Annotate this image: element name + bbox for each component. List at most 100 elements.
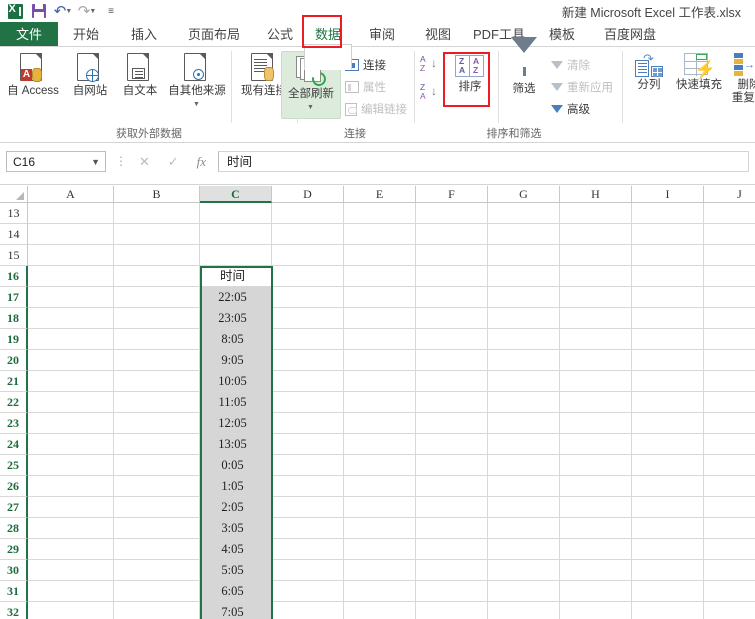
cell-G17[interactable] xyxy=(488,287,560,308)
row-header-28[interactable]: 28 xyxy=(0,518,28,539)
column-header-f[interactable]: F xyxy=(416,186,488,203)
cell-A19[interactable] xyxy=(28,329,114,350)
cell-D29[interactable] xyxy=(272,539,344,560)
cell-A18[interactable] xyxy=(28,308,114,329)
row-header-25[interactable]: 25 xyxy=(0,455,28,476)
cell-F19[interactable] xyxy=(416,329,488,350)
column-header-g[interactable]: G xyxy=(488,186,560,203)
tab-page-layout[interactable]: 页面布局 xyxy=(178,22,250,47)
cell-C28[interactable]: 3:05 xyxy=(200,518,272,539)
cell-C27[interactable]: 2:05 xyxy=(200,497,272,518)
cell-E25[interactable] xyxy=(344,455,416,476)
tab-templates[interactable]: 模板 xyxy=(538,22,586,47)
cell-A28[interactable] xyxy=(28,518,114,539)
cell-D30[interactable] xyxy=(272,560,344,581)
cell-F18[interactable] xyxy=(416,308,488,329)
column-header-e[interactable]: E xyxy=(344,186,416,203)
cell-C22[interactable]: 11:05 xyxy=(200,392,272,413)
confirm-icon[interactable]: ✓ xyxy=(168,154,179,170)
cell-H14[interactable] xyxy=(560,224,632,245)
cell-H23[interactable] xyxy=(560,413,632,434)
row-header-24[interactable]: 24 xyxy=(0,434,28,455)
cell-E32[interactable] xyxy=(344,602,416,619)
cell-G13[interactable] xyxy=(488,203,560,224)
redo-icon[interactable]: ↷ ▼ xyxy=(76,1,98,21)
cell-H29[interactable] xyxy=(560,539,632,560)
cell-H13[interactable] xyxy=(560,203,632,224)
cell-G23[interactable] xyxy=(488,413,560,434)
cell-J21[interactable] xyxy=(704,371,755,392)
row-header-23[interactable]: 23 xyxy=(0,413,28,434)
cell-A20[interactable] xyxy=(28,350,114,371)
cell-C15[interactable] xyxy=(200,245,272,266)
cell-E28[interactable] xyxy=(344,518,416,539)
cancel-icon[interactable]: ✕ xyxy=(139,154,150,170)
cell-I13[interactable] xyxy=(632,203,704,224)
cell-D28[interactable] xyxy=(272,518,344,539)
cell-F15[interactable] xyxy=(416,245,488,266)
tab-data[interactable]: 数据 xyxy=(304,22,352,47)
cell-D20[interactable] xyxy=(272,350,344,371)
cell-I21[interactable] xyxy=(632,371,704,392)
cell-F20[interactable] xyxy=(416,350,488,371)
cell-D32[interactable] xyxy=(272,602,344,619)
cell-H27[interactable] xyxy=(560,497,632,518)
column-header-h[interactable]: H xyxy=(560,186,632,203)
cell-E29[interactable] xyxy=(344,539,416,560)
cell-E26[interactable] xyxy=(344,476,416,497)
cell-A32[interactable] xyxy=(28,602,114,619)
advanced-filter-button[interactable]: 高级 xyxy=(551,101,590,117)
cell-B17[interactable] xyxy=(114,287,200,308)
cell-G14[interactable] xyxy=(488,224,560,245)
cell-G31[interactable] xyxy=(488,581,560,602)
cell-D15[interactable] xyxy=(272,245,344,266)
cell-C16[interactable]: 时间 xyxy=(200,266,272,287)
cell-F21[interactable] xyxy=(416,371,488,392)
text-to-columns-button[interactable]: ↷ 分列 xyxy=(628,52,670,92)
tab-review[interactable]: 审阅 xyxy=(358,22,406,47)
cell-D23[interactable] xyxy=(272,413,344,434)
cell-C21[interactable]: 10:05 xyxy=(200,371,272,392)
cell-D17[interactable] xyxy=(272,287,344,308)
cell-J30[interactable] xyxy=(704,560,755,581)
cell-A30[interactable] xyxy=(28,560,114,581)
cell-H31[interactable] xyxy=(560,581,632,602)
cell-H18[interactable] xyxy=(560,308,632,329)
cell-B14[interactable] xyxy=(114,224,200,245)
cell-F13[interactable] xyxy=(416,203,488,224)
cell-G24[interactable] xyxy=(488,434,560,455)
cell-F29[interactable] xyxy=(416,539,488,560)
cell-F24[interactable] xyxy=(416,434,488,455)
cell-F17[interactable] xyxy=(416,287,488,308)
row-header-19[interactable]: 19 xyxy=(0,329,28,350)
cell-A25[interactable] xyxy=(28,455,114,476)
cell-D22[interactable] xyxy=(272,392,344,413)
chevron-down-icon[interactable]: ▼ xyxy=(91,152,100,172)
cell-I16[interactable] xyxy=(632,266,704,287)
from-access-button[interactable]: A 自 Access xyxy=(4,53,62,98)
tab-file[interactable]: 文件 xyxy=(0,22,58,47)
chevron-down-icon[interactable]: ▼ xyxy=(281,101,340,114)
cell-I20[interactable] xyxy=(632,350,704,371)
row-header-18[interactable]: 18 xyxy=(0,308,28,329)
filter-button[interactable]: 筛选 xyxy=(501,37,547,96)
cell-G18[interactable] xyxy=(488,308,560,329)
cell-B23[interactable] xyxy=(114,413,200,434)
customize-qat-icon[interactable]: ≡ xyxy=(100,1,122,21)
row-header-31[interactable]: 31 xyxy=(0,581,28,602)
cell-B26[interactable] xyxy=(114,476,200,497)
cell-D31[interactable] xyxy=(272,581,344,602)
cell-H16[interactable] xyxy=(560,266,632,287)
cell-J32[interactable] xyxy=(704,602,755,619)
cell-I31[interactable] xyxy=(632,581,704,602)
cell-E22[interactable] xyxy=(344,392,416,413)
cell-H15[interactable] xyxy=(560,245,632,266)
cell-J26[interactable] xyxy=(704,476,755,497)
row-header-21[interactable]: 21 xyxy=(0,371,28,392)
row-header-13[interactable]: 13 xyxy=(0,203,28,224)
cell-F25[interactable] xyxy=(416,455,488,476)
cell-D18[interactable] xyxy=(272,308,344,329)
cell-H25[interactable] xyxy=(560,455,632,476)
cell-B29[interactable] xyxy=(114,539,200,560)
row-header-30[interactable]: 30 xyxy=(0,560,28,581)
